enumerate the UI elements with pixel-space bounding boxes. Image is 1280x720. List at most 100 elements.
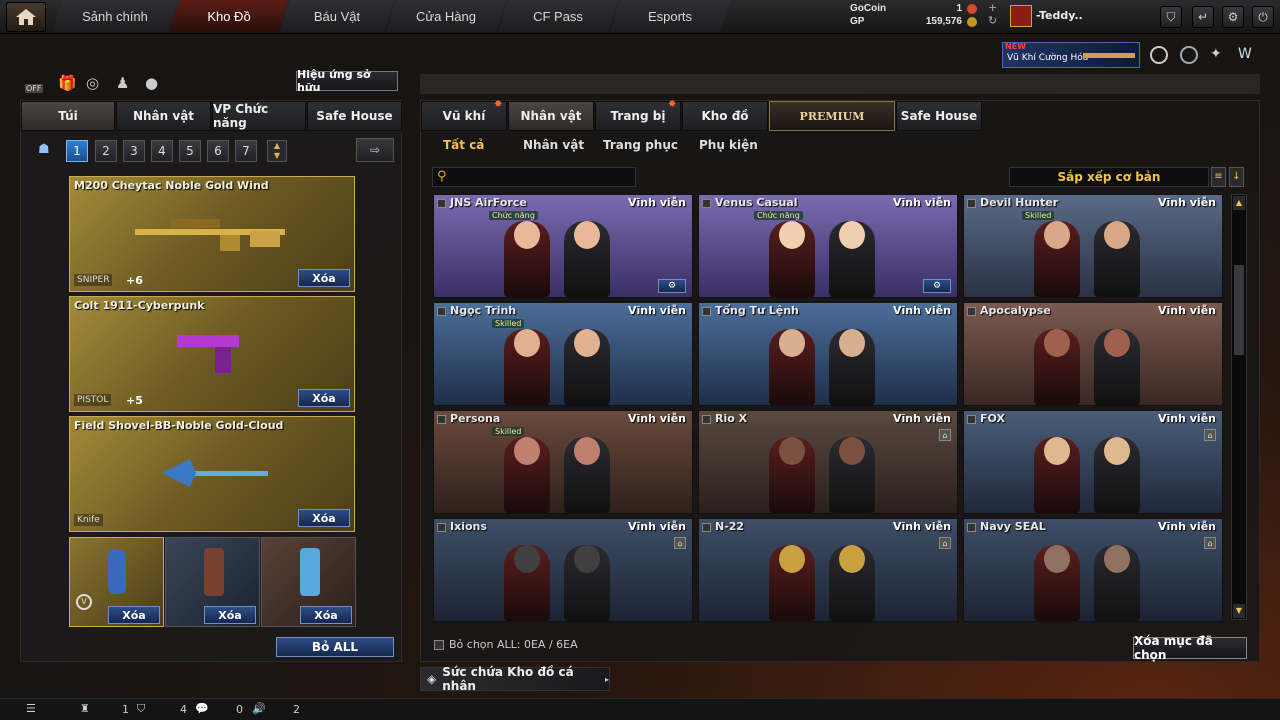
- page-3[interactable]: 3: [123, 140, 145, 162]
- page-5[interactable]: 5: [179, 140, 201, 162]
- list-icon[interactable]: ≡: [1211, 167, 1226, 187]
- search-input[interactable]: ⚲: [432, 167, 636, 187]
- tab-treasure[interactable]: Báu Vật: [280, 0, 394, 32]
- item-card-sniper[interactable]: M200 Cheytac Noble Gold Wind SNIPER +6 X…: [69, 176, 355, 292]
- select-checkbox[interactable]: [702, 199, 711, 208]
- transfer-icon[interactable]: ⇨: [356, 138, 394, 162]
- exit-icon[interactable]: ↵: [1192, 6, 1214, 28]
- item-card-knife[interactable]: Field Shovel-BB-Noble Gold-Cloud Knife X…: [69, 416, 355, 532]
- clear-all-button[interactable]: Bỏ ALL: [276, 637, 394, 657]
- character-card[interactable]: Apocalypse Vĩnh viễn: [963, 302, 1223, 406]
- select-checkbox[interactable]: [967, 307, 976, 316]
- item-card-pistol[interactable]: Colt 1911-Cyberpunk PISTOL +5 Xóa: [69, 296, 355, 412]
- tab-cf-pass[interactable]: CF Pass: [498, 0, 618, 32]
- subtab-character[interactable]: Nhân vật: [116, 101, 211, 131]
- friend-icon[interactable]: ♜: [80, 702, 90, 715]
- tools-icon[interactable]: ✦: [1210, 46, 1228, 64]
- shield-icon[interactable]: ⛉: [1160, 6, 1182, 28]
- lock-icon[interactable]: ⌂: [1204, 537, 1216, 549]
- rtab-storage[interactable]: Kho đồ: [682, 101, 768, 131]
- page-updown-icon[interactable]: ▲ ▼: [267, 140, 287, 162]
- page-2[interactable]: 2: [95, 140, 117, 162]
- grenade-slot-2[interactable]: Xóa: [165, 537, 260, 627]
- delete-button[interactable]: Xóa: [298, 389, 350, 407]
- select-checkbox[interactable]: [702, 415, 711, 424]
- delete-button[interactable]: Xóa: [300, 606, 352, 624]
- character-card[interactable]: Venus Casual Vĩnh viễn Chức năng ⚙: [698, 194, 958, 298]
- home-button[interactable]: [6, 2, 46, 32]
- grenade-slot-1[interactable]: V Xóa: [69, 537, 164, 627]
- power-icon[interactable]: ⏻: [1252, 6, 1274, 28]
- lock-icon[interactable]: ⌂: [674, 537, 686, 549]
- delete-button[interactable]: Xóa: [298, 509, 350, 527]
- select-checkbox[interactable]: [967, 415, 976, 424]
- grenade-slot-3[interactable]: Xóa: [261, 537, 356, 627]
- select-checkbox[interactable]: [967, 199, 976, 208]
- select-checkbox[interactable]: [967, 523, 976, 532]
- delete-selected-button[interactable]: Xóa mục đã chọn: [1133, 634, 1247, 662]
- select-checkbox[interactable]: [702, 523, 711, 532]
- select-checkbox[interactable]: [437, 199, 446, 208]
- grenade-icon[interactable]: ●: [145, 74, 158, 92]
- username[interactable]: -Teddy..: [1036, 9, 1083, 22]
- lock-icon[interactable]: ⌂: [939, 429, 951, 441]
- character-card[interactable]: Devil Hunter Vĩnh viễn Skilled: [963, 194, 1223, 298]
- character-card[interactable]: FOX Vĩnh viễn ⌂: [963, 410, 1223, 514]
- toggle-off-icon[interactable]: OFF: [25, 73, 45, 93]
- tab-lobby[interactable]: Sảnh chính: [52, 0, 178, 32]
- select-checkbox[interactable]: [437, 307, 446, 316]
- page-4[interactable]: 4: [151, 140, 173, 162]
- select-checkbox[interactable]: [437, 523, 446, 532]
- lock-icon[interactable]: ⌂: [1204, 429, 1216, 441]
- page-7[interactable]: 7: [235, 140, 257, 162]
- chat-icon[interactable]: 💬: [195, 702, 209, 715]
- lock-icon[interactable]: ⌂: [939, 537, 951, 549]
- character-card[interactable]: Rio X Vĩnh viễn ⌂: [698, 410, 958, 514]
- settings-icon[interactable]: ⚙: [923, 279, 951, 293]
- gear-icon[interactable]: ⚙: [1222, 6, 1244, 28]
- filter-all[interactable]: Tất cả: [443, 138, 484, 152]
- globe-icon[interactable]: [1180, 46, 1198, 64]
- character-card[interactable]: Persona Vĩnh viễn Skilled: [433, 410, 693, 514]
- ownership-effect-button[interactable]: Hiệu ứng sở hữu: [296, 68, 398, 94]
- select-checkbox[interactable]: [702, 307, 711, 316]
- wings-icon[interactable]: W: [1238, 46, 1256, 64]
- tab-shop[interactable]: Cửa Hàng: [386, 0, 506, 32]
- subtab-safehouse[interactable]: Safe House: [307, 101, 402, 131]
- sort-dropdown[interactable]: Sắp xếp cơ bản: [1009, 167, 1209, 187]
- scroll-down-icon[interactable]: ▼: [1233, 604, 1245, 618]
- emblem-icon[interactable]: [1150, 46, 1168, 64]
- filter-outfit[interactable]: Trang phục: [603, 138, 678, 152]
- gift-icon[interactable]: 🎁: [58, 74, 77, 92]
- cycle-icon[interactable]: ◎: [86, 74, 99, 92]
- delete-button[interactable]: Xóa: [204, 606, 256, 624]
- scroll-thumb[interactable]: [1234, 265, 1244, 355]
- sort-desc-icon[interactable]: ↓: [1229, 167, 1244, 187]
- rtab-character[interactable]: Nhân vật: [508, 101, 594, 131]
- rtab-safehouse[interactable]: Safe House: [896, 101, 982, 131]
- character-card[interactable]: Ixions Vĩnh viễn ⌂: [433, 518, 693, 622]
- scrollbar[interactable]: ▲ ▼: [1231, 194, 1247, 620]
- tab-inventory[interactable]: Kho Đồ: [170, 0, 288, 32]
- capacity-button[interactable]: ◈ Sức chứa Kho đồ cá nhân ▸: [420, 665, 610, 693]
- filter-accessory[interactable]: Phụ kiện: [699, 138, 758, 152]
- tab-esports[interactable]: Esports: [610, 0, 730, 32]
- character-card[interactable]: Tổng Tư Lệnh Vĩnh viễn: [698, 302, 958, 406]
- character-card[interactable]: Ngọc Trinh Vĩnh viễn Skilled: [433, 302, 693, 406]
- character-icon[interactable]: ♟: [116, 74, 129, 92]
- subtab-functional[interactable]: VP Chức năng: [212, 101, 306, 131]
- page-1[interactable]: 1: [66, 140, 88, 162]
- refresh-icon[interactable]: ↻: [988, 14, 997, 27]
- clan-icon[interactable]: ⛉: [137, 702, 145, 716]
- page-6[interactable]: 6: [207, 140, 229, 162]
- settings-icon[interactable]: ⚙: [658, 279, 686, 293]
- promo-banner[interactable]: NEW Vũ Khí Cường Hóa: [1002, 42, 1140, 68]
- delete-button[interactable]: Xóa: [298, 269, 350, 287]
- speaker-icon[interactable]: 🔊: [252, 702, 266, 715]
- select-checkbox[interactable]: [437, 415, 446, 424]
- add-coin-icon[interactable]: +: [988, 1, 997, 14]
- rtab-premium[interactable]: PREMIUM: [769, 101, 895, 131]
- character-card[interactable]: Navy SEAL Vĩnh viễn ⌂: [963, 518, 1223, 622]
- character-card[interactable]: JNS AirForce Vĩnh viễn Chức năng ⚙: [433, 194, 693, 298]
- character-card[interactable]: N-22 Vĩnh viễn ⌂: [698, 518, 958, 622]
